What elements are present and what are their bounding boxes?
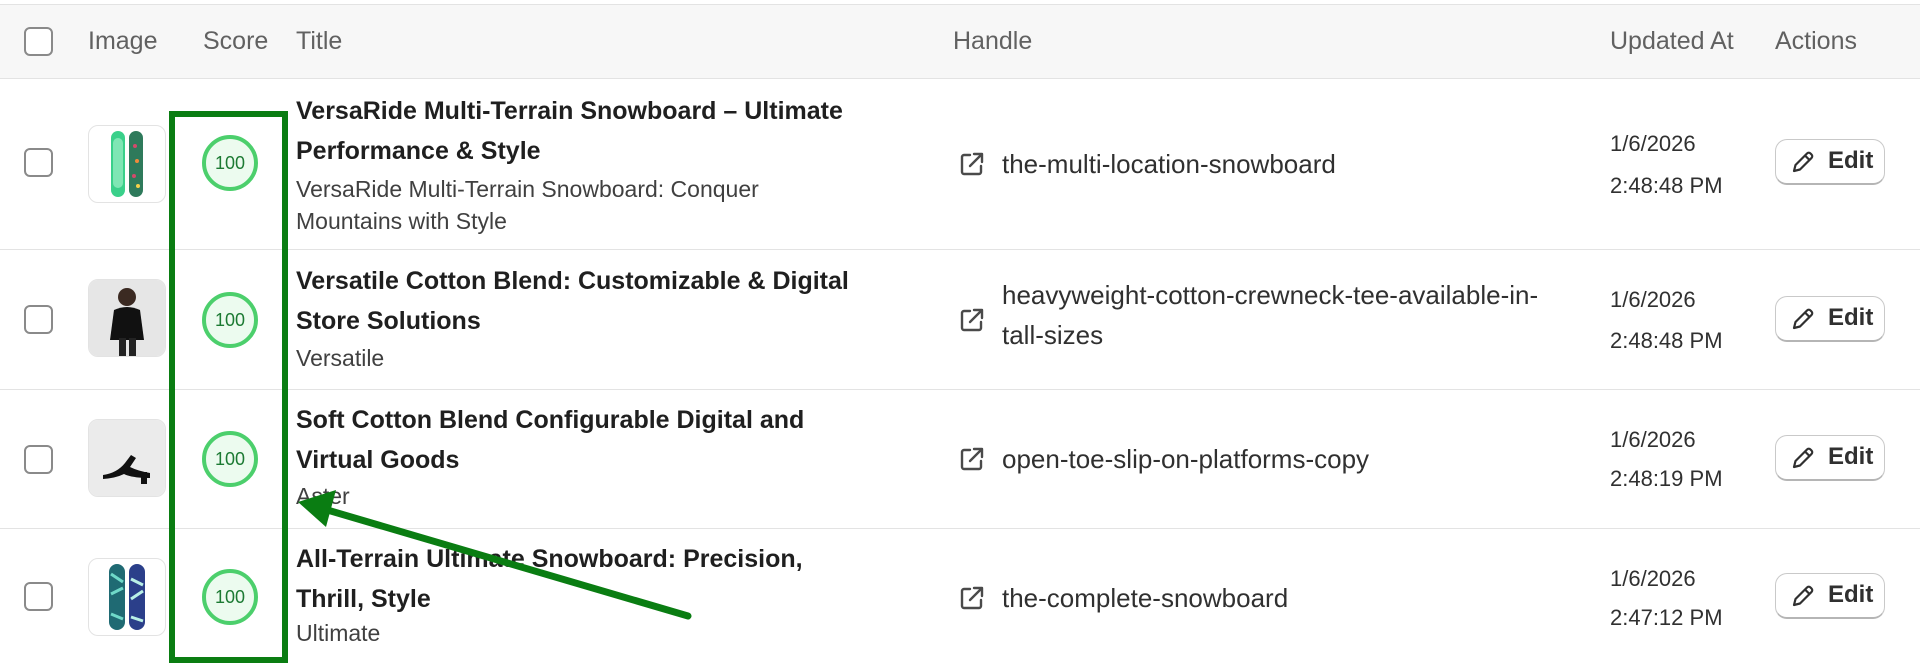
product-handle[interactable]: the-complete-snowboard	[1002, 578, 1562, 618]
product-title[interactable]: Versatile Cotton Blend: Customizable & D…	[296, 261, 856, 341]
row-checkbox[interactable]	[24, 582, 53, 611]
score-badge: 100	[202, 569, 258, 625]
product-title[interactable]: VersaRide Multi-Terrain Snowboard – Ulti…	[296, 91, 856, 171]
updated-date: 1/6/2026	[1610, 566, 1696, 591]
product-subtitle: Ultimate	[296, 620, 381, 646]
product-subtitle: Aster	[296, 483, 350, 509]
header-image[interactable]: Image	[88, 5, 157, 78]
sandal-image	[89, 420, 165, 496]
updated-time: 2:48:19 PM	[1610, 466, 1723, 491]
product-subtitle: Versatile	[296, 345, 385, 371]
score-badge: 100	[202, 292, 258, 348]
table-row[interactable]: 100 Versatile Cotton Blend: Customizable…	[0, 250, 1920, 390]
row-checkbox[interactable]	[24, 445, 53, 474]
product-handle[interactable]: heavyweight-cotton-crewneck-tee-availabl…	[1002, 275, 1542, 355]
edit-button-label: Edit	[1828, 304, 1874, 331]
edit-button[interactable]: Edit	[1775, 573, 1885, 619]
product-image	[88, 419, 166, 497]
pencil-icon	[1792, 151, 1814, 173]
updated-time: 2:48:48 PM	[1610, 173, 1723, 198]
external-link-icon[interactable]	[958, 306, 986, 334]
header-updated-at[interactable]: Updated At	[1610, 5, 1734, 78]
updated-time: 2:48:48 PM	[1610, 328, 1723, 353]
external-link-icon[interactable]	[958, 150, 986, 178]
edit-button-label: Edit	[1828, 581, 1874, 608]
score-badge: 100	[202, 135, 258, 191]
header-actions: Actions	[1775, 27, 1857, 55]
pencil-icon	[1792, 308, 1814, 330]
edit-button-label: Edit	[1828, 443, 1874, 470]
snowboard-image	[111, 131, 143, 197]
pencil-icon	[1792, 585, 1814, 607]
product-image	[88, 558, 166, 636]
score-badge: 100	[202, 431, 258, 487]
snowboard-image	[109, 564, 145, 630]
updated-date: 1/6/2026	[1610, 131, 1696, 156]
edit-button[interactable]: Edit	[1775, 296, 1885, 342]
external-link-icon[interactable]	[958, 445, 986, 473]
pencil-icon	[1792, 447, 1814, 469]
table-row[interactable]: 100 VersaRide Multi-Terrain Snowboard – …	[0, 79, 1920, 250]
edit-button-label: Edit	[1828, 147, 1874, 174]
product-handle[interactable]: the-multi-location-snowboard	[1002, 144, 1562, 184]
header-handle[interactable]: Handle	[953, 5, 1032, 78]
edit-button[interactable]: Edit	[1775, 139, 1885, 185]
select-all-checkbox[interactable]	[24, 27, 53, 56]
header-score[interactable]: Score	[203, 5, 268, 78]
updated-date: 1/6/2026	[1610, 427, 1696, 452]
updated-time: 2:47:12 PM	[1610, 605, 1723, 630]
row-checkbox[interactable]	[24, 148, 53, 177]
product-image	[88, 125, 166, 203]
model-image	[89, 280, 165, 356]
header-title[interactable]: Title	[296, 5, 342, 78]
row-checkbox[interactable]	[24, 305, 53, 334]
table-row[interactable]: 100 Soft Cotton Blend Configurable Digit…	[0, 390, 1920, 529]
edit-button[interactable]: Edit	[1775, 435, 1885, 481]
table-header: Image Score Title Handle Updated At Acti…	[0, 5, 1920, 79]
table-row[interactable]: 100 All-Terrain Ultimate Snowboard: Prec…	[0, 529, 1920, 665]
product-handle[interactable]: open-toe-slip-on-platforms-copy	[1002, 439, 1562, 479]
product-title[interactable]: Soft Cotton Blend Configurable Digital a…	[296, 400, 856, 480]
updated-date: 1/6/2026	[1610, 287, 1696, 312]
product-subtitle: VersaRide Multi-Terrain Snowboard: Conqu…	[296, 176, 759, 234]
external-link-icon[interactable]	[958, 584, 986, 612]
product-title[interactable]: All-Terrain Ultimate Snowboard: Precisio…	[296, 539, 856, 619]
product-image	[88, 279, 166, 357]
